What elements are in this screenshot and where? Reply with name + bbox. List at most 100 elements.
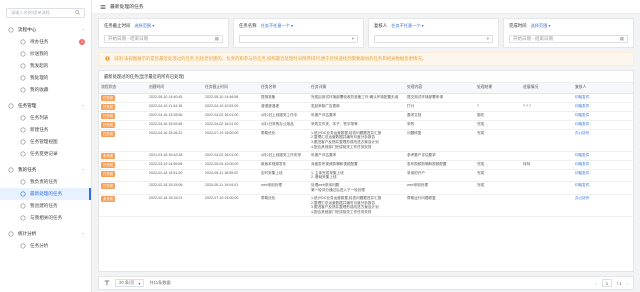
reviewer-link[interactable]: 印裕发件 [575,171,589,175]
cell-content: 帮助运行问题修复 [407,195,436,200]
link-icon [20,215,26,221]
page-number-input[interactable]: 1 [601,279,612,287]
status-badge: 已完成 [101,103,116,110]
next-page-button[interactable]: › [627,281,628,286]
filter-input[interactable]: ▾ [239,35,358,43]
table-row[interactable]: 未完成 2021-03-18 15:42:28 2022-04-02 18:01:0… [99,151,633,161]
cell-content: 要求文档 [407,112,422,117]
calendar-icon: ▦ [619,36,624,41]
cell-name: 4月1日采购办公用品 [261,121,294,126]
sidebar-item[interactable]: 我发起的 [0,60,91,72]
chevron-up-icon[interactable]: ⌃ [82,28,85,33]
sidebar-item[interactable]: 任务管理视图 [0,136,91,148]
sidebar-item[interactable]: 统计分析 ⌃ [0,228,91,240]
cell-content: 提交测试环境部署申请 [407,94,443,99]
reviewer-link[interactable]: 印裕发件 [575,104,589,108]
reviewer-link[interactable]: 办公协作 [575,131,589,135]
table-row[interactable]: 已完成 2022-02-18 15:51:20 2020-05-11 18:55:0… [99,169,633,182]
reviewer-link[interactable]: 印裕发件 [575,183,589,187]
cell-detail: 采购文件夹、本子、签字笔等 [311,121,358,126]
sidebar-item[interactable]: 我负责的任务 [0,176,91,188]
cell-name: web采用处理 [261,183,282,188]
cell-status: 未完成 [99,194,147,216]
table-row[interactable]: 已完成 2022-04-19 11:44:18 2022-04-19 10:53:0… [99,102,633,111]
reviewer-link[interactable]: 办公协作 [575,196,589,200]
sidebar-item[interactable]: 任务变更记录 [0,148,91,160]
table-row[interactable]: 已完成 2022-04-16 15:26:22 2022-07-19 15:00:0… [99,129,633,152]
sidebar-item-label: 我创建的任务 [30,203,58,208]
cell-status: 已完成 [99,111,147,120]
cell-detail: 完成后测试环境部署验收的准备工作,确认环境配置无误 [311,94,399,99]
filter-input[interactable]: 开始日期 - 结束日期 ▦ [104,35,223,43]
reviewer-link[interactable]: 印裕发件 [575,153,589,157]
sidebar-item[interactable]: 我的收藏 [0,84,91,96]
cell-progress [521,182,573,195]
filter-input[interactable]: 开始日期 - 结束日期 ▦ [509,35,628,43]
reviewer-link[interactable]: 印裕发件 [575,162,589,166]
sidebar-item[interactable]: 我创建的任务 [0,200,91,212]
column-header: 流程状态 [99,83,147,94]
page-count: / 1 [616,280,622,286]
cell-created: 2021-03-18 15:42:28 [149,152,183,157]
sidebar-item[interactable]: 任务列表 [0,112,91,124]
table-row[interactable]: 已完成 2022-04-16 15:26:56 2022-04-02 16:01:0… [99,120,633,129]
chevron-up-icon[interactable]: ⌃ [82,232,85,237]
cell-detail: 深度发布视频剪辑和视频配置 [311,161,358,166]
table-row[interactable]: 已完成 2022-04-16 15:28:56 2022-04-02 16:01:0… [99,111,633,120]
cell-content: 采用的开户 [407,170,425,175]
sidebar-search-input[interactable]: 请输入名称/提单流程 [6,8,85,18]
table-row[interactable]: 已完成 2022-03-19 14:59:56 2022-05-04 10:00:0… [99,160,633,170]
menu-icon[interactable] [100,4,106,10]
sidebar-item[interactable]: 最新处理的任务 [0,188,91,200]
cell-created: 2022-04-16 15:28:56 [149,112,183,117]
sidebar-item-label: 统计分析 [18,231,37,236]
sidebar-item[interactable]: 抄送我的 [0,48,91,60]
sidebar-item[interactable]: 任务管理 ⌃ [0,100,91,112]
table-row[interactable]: 未完成 2022-02-18 15:15:21 2022-07-19 15:00:0… [99,194,633,217]
filter-operator-select[interactable]: 选择范围 ▾ [134,23,154,29]
prev-page-button[interactable]: ‹ [596,281,597,286]
table-title: 最新处理过的任务(显示最近的所有已处理) [99,71,633,83]
search-icon[interactable] [75,10,80,16]
list-icon[interactable] [104,280,110,287]
sidebar-item[interactable]: 新建任务 [0,124,91,136]
clock-icon [20,191,26,197]
status-badge: 已完成 [101,170,116,177]
total-count: 共11条数据 [149,280,171,285]
flow-icon [8,27,14,33]
reviewer-link[interactable]: 印裕发件 [575,113,589,117]
table-row[interactable]: 已完成 2022-05-10 14:40:45 2022-05-10 14:48:5… [99,93,633,102]
cell-deadline: 2020-05-11 19:04:01 [205,183,239,188]
chevron-down-icon: ▾ [138,280,141,286]
cell-content: 采购 [407,121,415,126]
filter-operator-select[interactable]: 任务不任意一个 ▾ [391,23,424,29]
sidebar-item[interactable]: 与我相关的任务 [0,212,91,224]
notice-text: 说明:该视图展示的是您最近处理过的任务,包括您创建的、负责的和参与的任务,按照最… [114,56,427,61]
cell-detail: 处理web采用问题 第一轮评分通过后进入下一轮处理 [311,183,365,193]
chevron-up-icon[interactable]: ⌃ [82,168,85,173]
filter-operator-select[interactable]: 任务不任意一个 ▾ [261,23,294,29]
column-header: 进展情况 [521,83,573,94]
sidebar-item[interactable]: 待办任务 1 [0,36,91,48]
sidebar-item[interactable]: 我处理的 [0,72,91,84]
table-body: 已完成 2022-05-10 14:40:45 2022-05-10 14:48:5… [99,93,633,217]
sidebar-item[interactable]: 流程中心 ⌃ [0,24,91,36]
sidebar-item-label: 新建任务 [30,127,49,132]
sidebar-item[interactable]: 任务分析 [0,240,91,252]
cell-reviewer: 印裕发件 [573,111,633,120]
filter-operator-select[interactable]: 选择范围 ▾ [531,23,551,29]
cell-detail: 1.统计DC业务运营数据,检查问题跟进并汇报 2.整理汇总运营数据并编写月度分析… [311,195,382,215]
chevron-up-icon[interactable]: ⌃ [82,104,85,109]
page-size-select[interactable]: 20 条/页 ▾ [115,279,145,287]
sidebar-item-label: 待办任务 [30,39,49,44]
send-icon [20,63,26,69]
user-icon [8,167,14,173]
table-row[interactable]: 已完成 2022-02-18 15:15:06 2020-05-11 19:04:0… [99,182,633,195]
sidebar-item[interactable]: 我的任务 ⌃ [0,164,91,176]
star-icon [20,87,26,93]
cell-name: 灌灌灌灌灌 [261,103,279,108]
cell-progress [521,169,573,182]
reviewer-link[interactable]: 印裕发件 [575,122,589,126]
reviewer-link[interactable]: 印裕发件 [575,95,589,99]
filter-input[interactable]: ▾ [374,35,493,43]
